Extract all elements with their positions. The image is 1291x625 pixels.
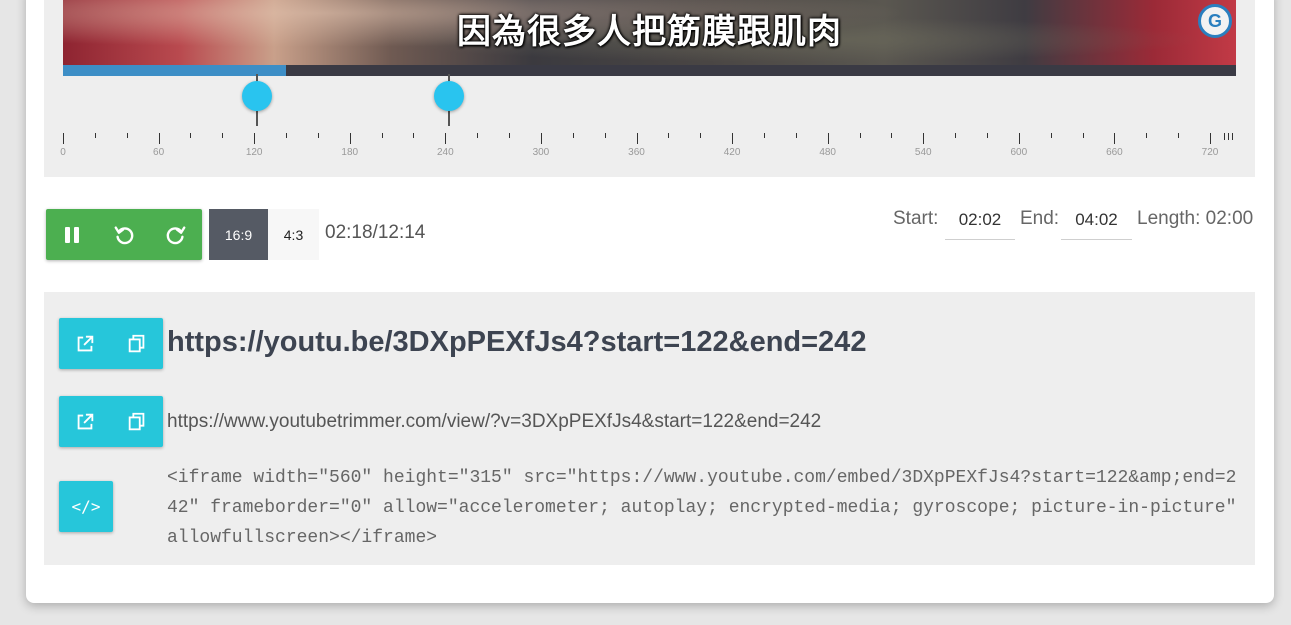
code-icon: </> [71, 497, 101, 516]
rewind-button[interactable] [98, 209, 150, 260]
playback-controls [46, 209, 202, 260]
tick-label: 480 [819, 147, 836, 158]
long-link[interactable]: https://www.youtubetrimmer.com/view/?v=3… [167, 411, 821, 433]
tick-label: 180 [341, 147, 359, 158]
external-link-icon [77, 335, 94, 351]
end-label: End: [1020, 208, 1060, 229]
length-readout: Length: 02:00 [1137, 208, 1254, 229]
tick-label: 60 [153, 147, 165, 158]
start-time-input[interactable] [945, 200, 1015, 240]
rewind-icon [114, 225, 134, 244]
minor-tick [94, 133, 96, 138]
copy-icon [128, 412, 145, 430]
external-link-icon [77, 413, 94, 429]
minor-tick [572, 133, 574, 138]
time-readout: 02:18/12:14 [325, 222, 426, 243]
long-link-actions [59, 396, 163, 447]
minor-tick [891, 133, 893, 138]
major-tick [636, 133, 638, 144]
minor-tick [700, 133, 702, 138]
major-tick [63, 133, 64, 144]
copy-embed-code-button[interactable]: </> [59, 481, 113, 532]
minor-tick [126, 133, 128, 138]
short-link[interactable]: https://youtu.be/3DXpPEXfJs4?start=122&e… [167, 326, 866, 359]
forward-button[interactable] [150, 209, 202, 260]
tick-label: 0 [60, 147, 66, 158]
major-tick [254, 133, 256, 144]
open-long-link-button[interactable] [59, 396, 111, 447]
minor-tick [1224, 133, 1225, 140]
major-tick [732, 133, 734, 144]
minor-tick [986, 133, 988, 138]
ratio-4-3-button[interactable]: 4:3 [268, 209, 319, 260]
pause-button[interactable] [46, 209, 98, 260]
minor-tick [1050, 133, 1052, 138]
end-trim-handle[interactable] [433, 81, 464, 111]
major-tick [1114, 133, 1116, 144]
tick-label: 420 [723, 147, 741, 158]
minor-tick [477, 133, 479, 138]
end-time-input[interactable] [1061, 200, 1132, 240]
minor-tick [413, 133, 415, 138]
tick-label: 600 [1010, 147, 1028, 158]
major-tick [158, 133, 160, 144]
minor-tick [1146, 133, 1148, 138]
tick-label: 240 [436, 147, 454, 158]
major-tick [827, 133, 829, 144]
minor-tick [955, 133, 957, 138]
minor-tick [317, 133, 319, 138]
major-tick [1018, 133, 1020, 144]
forward-icon [166, 225, 186, 244]
tick-label: 540 [914, 147, 932, 158]
minor-tick [795, 133, 797, 138]
copy-short-link-button[interactable] [111, 318, 163, 369]
minor-tick [604, 133, 606, 138]
tick-label: 360 [628, 147, 645, 158]
tick-label: 120 [245, 147, 263, 158]
minor-tick [1082, 133, 1084, 138]
major-tick [540, 133, 542, 144]
tick-label: 660 [1106, 147, 1123, 158]
minor-tick [763, 133, 765, 138]
major-tick [1210, 133, 1211, 144]
embed-code[interactable]: <iframe width="560" height="315" src="ht… [167, 463, 1237, 553]
copy-long-link-button[interactable] [111, 396, 163, 447]
minor-tick [286, 133, 288, 138]
minor-tick [1232, 133, 1233, 140]
tick-label: 720 [1201, 147, 1219, 158]
minor-tick [668, 133, 670, 138]
ratio-16-9-button[interactable]: 16:9 [209, 209, 268, 260]
timeline-ruler[interactable]: 0 60 120 180 240 300 360 420 480 540 600 660 720 [0, 0, 1291, 177]
open-short-link-button[interactable] [59, 318, 111, 369]
minor-tick [1178, 133, 1180, 138]
copy-icon [128, 334, 145, 352]
pause-icon [65, 226, 79, 243]
major-tick [445, 133, 447, 144]
minor-tick [381, 133, 383, 138]
minor-tick [222, 133, 224, 138]
major-tick [349, 133, 351, 144]
major-tick [923, 133, 925, 144]
short-link-actions [59, 318, 163, 369]
minor-tick [190, 133, 192, 138]
minor-tick [509, 133, 511, 138]
minor-tick [1228, 133, 1229, 140]
start-label: Start: [893, 208, 939, 229]
minor-tick [859, 133, 861, 138]
tick-label: 300 [532, 147, 550, 158]
